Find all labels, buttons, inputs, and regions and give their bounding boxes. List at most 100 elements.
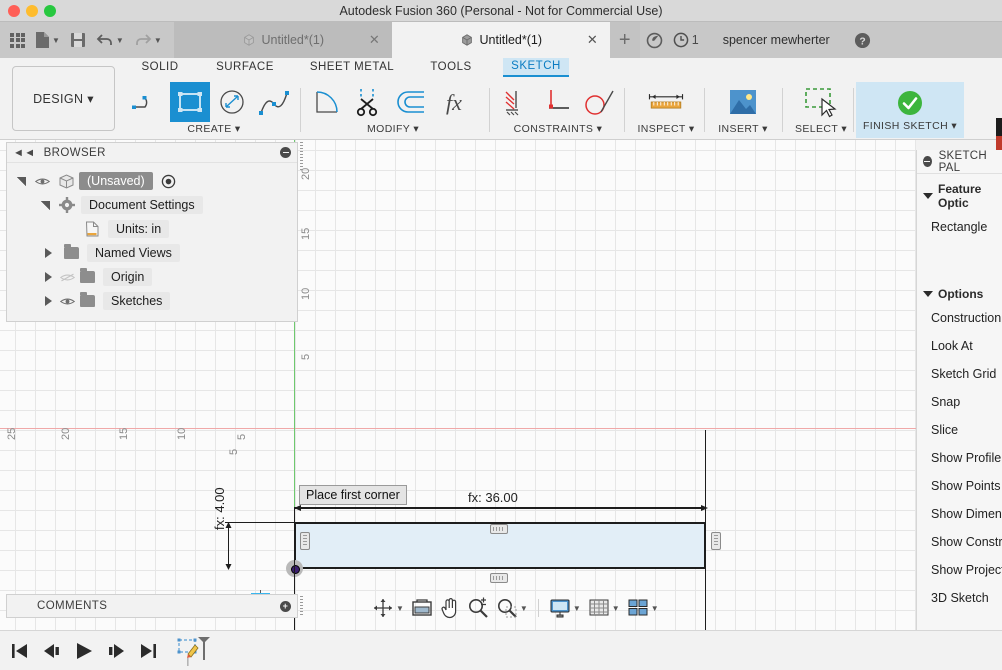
browser-minimize-icon[interactable] bbox=[280, 147, 291, 158]
fix-constraint[interactable] bbox=[497, 82, 536, 122]
fit-icon[interactable]: ▼ bbox=[494, 596, 530, 620]
palette-item-snap[interactable]: Snap bbox=[917, 388, 1002, 416]
close-window-button[interactable] bbox=[8, 5, 20, 17]
palette-item-3d-sketch[interactable]: 3D Sketch bbox=[917, 584, 1002, 612]
browser-item-named-views[interactable]: Named Views bbox=[7, 241, 297, 265]
palette-item-sketch-grid[interactable]: Sketch Grid bbox=[917, 360, 1002, 388]
redo-icon[interactable]: ▼ bbox=[130, 25, 166, 55]
grid-settings-icon[interactable]: ▼ bbox=[586, 596, 622, 620]
browser-item-document-settings[interactable]: Document Settings bbox=[7, 193, 297, 217]
horizontal-constraint-icon-right[interactable] bbox=[711, 532, 721, 550]
tab-surface[interactable]: SURFACE bbox=[212, 61, 278, 73]
browser-item-units[interactable]: Units: in bbox=[7, 217, 297, 241]
perpendicular-constraint[interactable] bbox=[538, 82, 577, 122]
display-settings-icon[interactable]: ▼ bbox=[547, 596, 583, 620]
window-controls[interactable] bbox=[8, 5, 56, 17]
collapse-panel-icon[interactable]: ◄◄ bbox=[13, 147, 36, 159]
visibility-eye-icon[interactable] bbox=[35, 176, 50, 187]
minimize-window-button[interactable] bbox=[26, 5, 38, 17]
tangent-constraint[interactable] bbox=[580, 82, 619, 122]
pan-icon[interactable] bbox=[438, 596, 462, 620]
tab-sheet-metal[interactable]: SHEET METAL bbox=[308, 61, 396, 73]
palette-minimize-icon[interactable] bbox=[923, 156, 932, 167]
comments-panel[interactable]: COMMENTS + bbox=[6, 594, 298, 618]
palette-item-slice[interactable]: Slice bbox=[917, 416, 1002, 444]
modify-group-label[interactable]: MODIFY ▾ bbox=[308, 123, 478, 135]
feature-options-section-header[interactable]: Feature Optic bbox=[917, 174, 1002, 213]
close-tab-icon[interactable]: ✕ bbox=[369, 32, 380, 48]
palette-item-show-constraints[interactable]: Show Constrai bbox=[917, 528, 1002, 556]
horizontal-constraint-icon-bottom[interactable] bbox=[490, 573, 508, 583]
palette-item-show-points[interactable]: Show Points bbox=[917, 472, 1002, 500]
offset-tool[interactable] bbox=[392, 82, 432, 122]
select-tool[interactable] bbox=[801, 82, 841, 122]
palette-item-construction[interactable]: Construction bbox=[917, 304, 1002, 332]
document-tab-1[interactable]: Untitled*(1) ✕ bbox=[173, 22, 392, 58]
expander-closed-icon[interactable] bbox=[45, 248, 52, 258]
viewports-icon[interactable]: ▼ bbox=[625, 596, 661, 620]
new-file-icon[interactable]: ▼ bbox=[31, 25, 64, 55]
new-tab-button[interactable]: + bbox=[609, 22, 640, 58]
visibility-eye-icon[interactable] bbox=[60, 296, 75, 307]
measure-tool[interactable] bbox=[646, 82, 686, 122]
sketch-feature-marker[interactable] bbox=[176, 634, 210, 668]
select-group-label[interactable]: SELECT ▾ bbox=[790, 123, 852, 135]
go-to-end-icon[interactable] bbox=[138, 641, 158, 661]
palette-item-show-projected[interactable]: Show Projecte bbox=[917, 556, 1002, 584]
orbit-icon[interactable]: ▼ bbox=[370, 596, 406, 620]
zoom-icon[interactable] bbox=[465, 596, 491, 620]
username-label[interactable]: spencer mewherter bbox=[723, 33, 830, 47]
document-tab-2[interactable]: Untitled*(1) ✕ bbox=[391, 22, 610, 58]
palette-item-look-at[interactable]: Look At bbox=[917, 332, 1002, 360]
add-comment-icon[interactable]: + bbox=[280, 600, 291, 612]
fillet-tool[interactable] bbox=[308, 82, 348, 122]
expander-open-icon[interactable] bbox=[41, 200, 50, 210]
tab-tools[interactable]: TOOLS bbox=[425, 61, 477, 73]
constraints-group-label[interactable]: CONSTRAINTS ▾ bbox=[497, 123, 619, 135]
activate-component-icon[interactable] bbox=[161, 174, 176, 189]
options-section-header[interactable]: Options bbox=[917, 241, 1002, 304]
palette-item-show-dimensions[interactable]: Show Dimensi bbox=[917, 500, 1002, 528]
notifications-icon[interactable]: 1 bbox=[673, 32, 699, 48]
insert-image-tool[interactable] bbox=[723, 82, 763, 122]
dimension-label-horizontal[interactable]: fx: 36.00 bbox=[468, 490, 518, 505]
line-tool[interactable] bbox=[128, 82, 168, 122]
play-icon[interactable] bbox=[74, 641, 94, 661]
browser-item-unsaved[interactable]: (Unsaved) bbox=[7, 169, 297, 193]
expander-closed-icon[interactable] bbox=[45, 272, 52, 282]
design-workspace-selector[interactable]: DESIGN ▾ bbox=[12, 66, 115, 131]
app-grid-icon[interactable] bbox=[6, 25, 29, 55]
maximize-window-button[interactable] bbox=[44, 5, 56, 17]
horizontal-constraint-icon-left[interactable] bbox=[300, 532, 310, 550]
step-back-icon[interactable] bbox=[42, 641, 62, 661]
help-icon[interactable]: ? bbox=[854, 32, 871, 49]
spline-tool[interactable] bbox=[254, 82, 294, 122]
browser-resize-handle[interactable] bbox=[300, 142, 303, 170]
extensions-icon[interactable] bbox=[646, 32, 663, 49]
step-forward-icon[interactable] bbox=[106, 641, 126, 661]
tab-solid[interactable]: SOLID bbox=[137, 61, 183, 73]
insert-group-label[interactable]: INSERT ▾ bbox=[712, 123, 774, 135]
finish-sketch-button[interactable]: FINISH SKETCH ▾ bbox=[856, 82, 964, 138]
comments-resize-handle[interactable] bbox=[300, 596, 303, 616]
go-to-beginning-icon[interactable] bbox=[10, 641, 30, 661]
browser-item-origin[interactable]: Origin bbox=[7, 265, 297, 289]
browser-item-sketches[interactable]: Sketches bbox=[7, 289, 297, 313]
palette-item-show-profile[interactable]: Show Profile bbox=[917, 444, 1002, 472]
close-tab-icon[interactable]: ✕ bbox=[587, 32, 598, 48]
visibility-hidden-icon[interactable] bbox=[60, 272, 75, 283]
rectangle-tool[interactable] bbox=[170, 82, 210, 122]
expander-open-icon[interactable] bbox=[17, 176, 26, 186]
fx-tool[interactable]: fx bbox=[434, 82, 474, 122]
dimension-label-vertical[interactable]: fx: 4.00 bbox=[212, 487, 227, 530]
horizontal-constraint-icon-top[interactable] bbox=[490, 524, 508, 534]
look-at-icon[interactable] bbox=[409, 596, 435, 620]
trim-tool[interactable] bbox=[350, 82, 390, 122]
undo-icon[interactable]: ▼ bbox=[92, 25, 128, 55]
expander-closed-icon[interactable] bbox=[45, 296, 52, 306]
create-group-label[interactable]: CREATE ▾ bbox=[128, 123, 300, 135]
save-icon[interactable] bbox=[66, 25, 90, 55]
circle-tool[interactable] bbox=[212, 82, 252, 122]
palette-item-rectangle[interactable]: Rectangle bbox=[917, 213, 1002, 241]
tab-sketch[interactable]: SKETCH bbox=[503, 58, 569, 77]
